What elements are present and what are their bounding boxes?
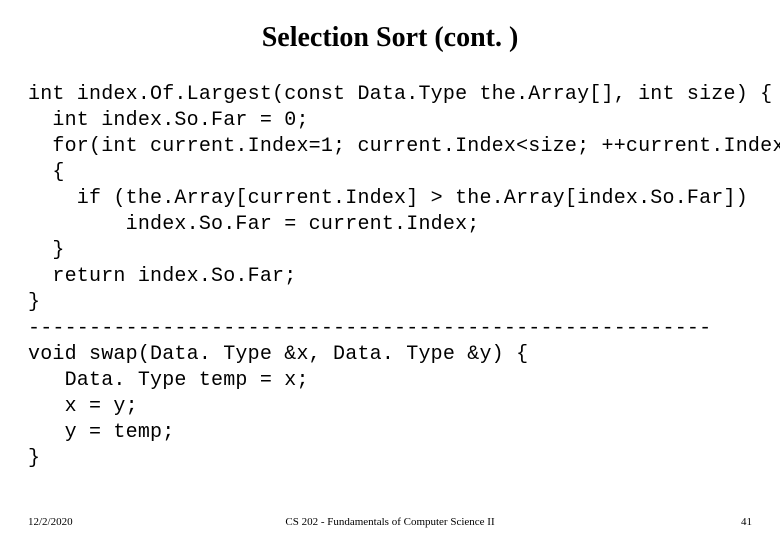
- slide: Selection Sort (cont. ) int index.Of.Lar…: [0, 0, 780, 540]
- slide-title: Selection Sort (cont. ): [28, 22, 752, 54]
- code-block: int index.Of.Largest(const Data.Type the…: [28, 82, 752, 472]
- footer: 12/2/2020 CS 202 - Fundamentals of Compu…: [0, 516, 780, 528]
- footer-course: CS 202 - Fundamentals of Computer Scienc…: [285, 516, 494, 528]
- footer-page: 41: [741, 516, 752, 528]
- footer-date: 12/2/2020: [28, 516, 73, 528]
